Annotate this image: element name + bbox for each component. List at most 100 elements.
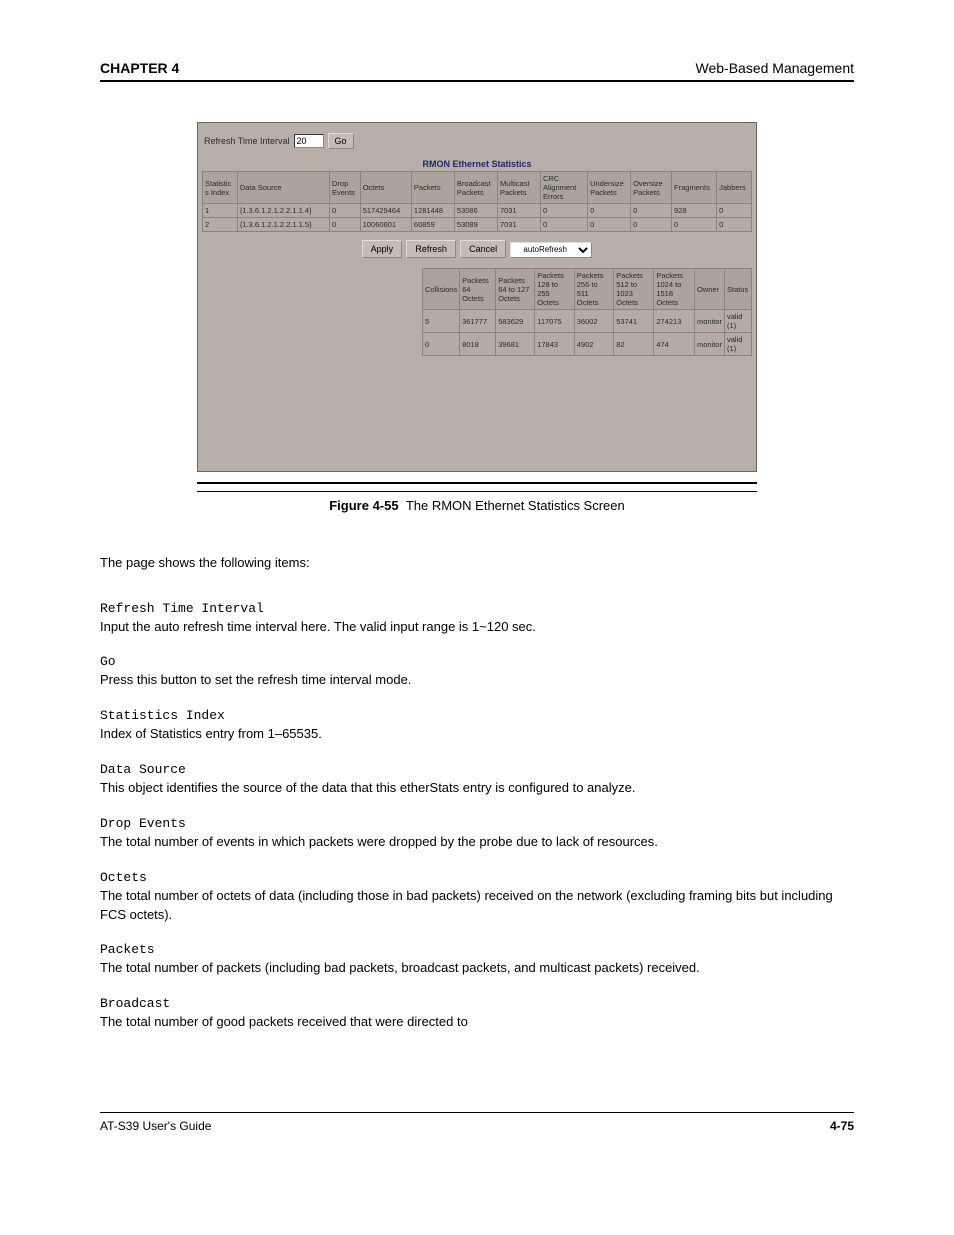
column-header: Broadcast Packets <box>454 172 497 204</box>
param-term: Refresh Time Interval <box>100 601 854 616</box>
table-cell: 39681 <box>496 333 535 356</box>
page-footer: AT-S39 User's Guide 4-75 <box>100 1112 854 1133</box>
table-row: 1{1.3.6.1.2.1.2.2.1.1.4}0517429464128144… <box>203 204 752 218</box>
statistics-table: Statistics IndexData SourceDrop EventsOc… <box>202 171 752 232</box>
table-cell: 7031 <box>497 204 540 218</box>
figure-number: Figure 4-55 <box>329 498 398 513</box>
figure-caption-text: The RMON Ethernet Statistics Screen <box>406 498 625 513</box>
table-cell: monitor <box>694 333 724 356</box>
param-desc: The total number of events in which pack… <box>100 833 854 852</box>
table-cell: 928 <box>672 204 717 218</box>
refresh-label: Refresh Time Interval <box>204 136 290 146</box>
column-header: Packets 64 Octets <box>460 269 496 310</box>
column-header: Packets 64 to 127 Octets <box>496 269 535 310</box>
column-header: Data Source <box>237 172 329 204</box>
cancel-button[interactable]: Cancel <box>460 240 506 258</box>
table-cell: 0 <box>329 204 360 218</box>
table-cell: {1.3.6.1.2.1.2.2.1.1.5} <box>237 218 329 232</box>
column-header: Statistics Index <box>203 172 238 204</box>
chapter-section: Web-Based Management <box>696 60 855 76</box>
column-header: CRC Alignment Errors <box>540 172 587 204</box>
column-header: Collisions <box>423 269 460 310</box>
figure-divider <box>197 482 757 492</box>
table-cell: 8018 <box>460 333 496 356</box>
table-cell: 10060601 <box>360 218 411 232</box>
figure-screenshot: Refresh Time Interval Go RMON Ethernet S… <box>197 122 757 472</box>
param-desc: This object identifies the source of the… <box>100 779 854 798</box>
table-cell: {1.3.6.1.2.1.2.2.1.1.4} <box>237 204 329 218</box>
param-term: Statistics Index <box>100 708 854 723</box>
table-cell: 1281448 <box>411 204 454 218</box>
table-cell: 1 <box>203 204 238 218</box>
table-cell: valid (1) <box>724 310 751 333</box>
column-header: Octets <box>360 172 411 204</box>
table-cell: 53741 <box>614 310 654 333</box>
refresh-interval-input[interactable] <box>294 134 324 148</box>
table-cell: 2 <box>203 218 238 232</box>
table-cell: 274213 <box>654 310 695 333</box>
refresh-button[interactable]: Refresh <box>406 240 456 258</box>
table-row: 080183968117843490282474monitorvalid (1) <box>423 333 752 356</box>
table-row: 2{1.3.6.1.2.1.2.2.1.1.5}0100606016085953… <box>203 218 752 232</box>
table-cell: 0 <box>672 218 717 232</box>
button-row: Apply Refresh Cancel autoRefresh <box>202 232 752 268</box>
column-header: Drop Events <box>329 172 360 204</box>
table-cell: 0 <box>329 218 360 232</box>
column-header: Packets 512 to 1023 Octets <box>614 269 654 310</box>
column-header: Status <box>724 269 751 310</box>
table-cell: 0 <box>588 218 631 232</box>
param-desc: Press this button to set the refresh tim… <box>100 671 854 690</box>
param-term: Broadcast <box>100 996 854 1011</box>
column-header: Multicast Packets <box>497 172 540 204</box>
footer-title: AT-S39 User's Guide <box>100 1119 211 1133</box>
intro-text: The page shows the following items: <box>100 553 854 573</box>
figure-caption: Figure 4-55 The RMON Ethernet Statistics… <box>100 498 854 513</box>
table-cell: monitor <box>694 310 724 333</box>
table-cell: 583629 <box>496 310 535 333</box>
statistics-table-continued: CollisionsPackets 64 OctetsPackets 64 to… <box>422 268 752 356</box>
table-cell: 0 <box>717 204 752 218</box>
table-cell: 474 <box>654 333 695 356</box>
param-term: Go <box>100 654 854 669</box>
table-cell: 0 <box>631 204 672 218</box>
column-header: Packets 128 to 255 Octets <box>535 269 575 310</box>
table-cell: 517429464 <box>360 204 411 218</box>
parameter-list: Refresh Time IntervalInput the auto refr… <box>100 601 854 1033</box>
column-header: Oversize Packets <box>631 172 672 204</box>
table-cell: 0 <box>588 204 631 218</box>
refresh-bar: Refresh Time Interval Go <box>202 131 752 155</box>
table-cell: 0 <box>423 333 460 356</box>
table-cell: 0 <box>717 218 752 232</box>
table-cell: 4902 <box>574 333 613 356</box>
table-cell: 17843 <box>535 333 575 356</box>
column-header: Jabbers <box>717 172 752 204</box>
table-cell: 361777 <box>460 310 496 333</box>
column-header: Fragments <box>672 172 717 204</box>
param-desc: The total number of good packets receive… <box>100 1013 854 1032</box>
refresh-mode-select[interactable]: autoRefresh <box>510 242 592 258</box>
table-cell: valid (1) <box>724 333 751 356</box>
chapter-label: CHAPTER 4 <box>100 60 179 76</box>
table-cell: 117075 <box>535 310 575 333</box>
rmon-statistics-panel: Refresh Time Interval Go RMON Ethernet S… <box>197 122 757 472</box>
go-button[interactable]: Go <box>328 133 354 149</box>
column-header: Undersize Packets <box>588 172 631 204</box>
column-header: Packets <box>411 172 454 204</box>
param-term: Octets <box>100 870 854 885</box>
panel-title: RMON Ethernet Statistics <box>202 155 752 171</box>
table-cell: 7031 <box>497 218 540 232</box>
param-desc: The total number of packets (including b… <box>100 959 854 978</box>
page-number: 4-75 <box>830 1119 854 1133</box>
table-cell: 36002 <box>574 310 613 333</box>
table-cell: 60859 <box>411 218 454 232</box>
table-cell: 53086 <box>454 204 497 218</box>
table-cell: 0 <box>540 204 587 218</box>
table-cell: 5 <box>423 310 460 333</box>
param-desc: Index of Statistics entry from 1–65535. <box>100 725 854 744</box>
table-cell: 0 <box>540 218 587 232</box>
column-header: Owner <box>694 269 724 310</box>
chapter-header: CHAPTER 4 Web-Based Management <box>100 60 854 82</box>
column-header: Packets 1024 to 1518 Octets <box>654 269 695 310</box>
table-cell: 53089 <box>454 218 497 232</box>
apply-button[interactable]: Apply <box>362 240 403 258</box>
